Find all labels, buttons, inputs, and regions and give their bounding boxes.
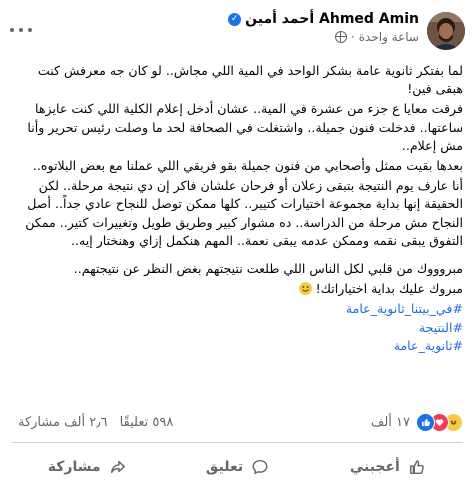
reactions-summary[interactable]: ١٧ ألف [371,413,463,432]
author-name[interactable]: Ahmed Amin أحمد أمين [245,11,419,27]
post-paragraph: لما بفتكر ثانوية عامة بشكر الواحد في الم… [37,63,463,97]
comment-button[interactable]: تعليق [162,447,312,487]
post-stats: ١٧ ألف ٥٩٨ تعليقًا ٢٫٦ ألف مشاركة [0,411,475,435]
globe-icon [334,31,347,43]
like-icon [409,460,424,475]
post-card: Ahmed Amin أحمد أمين ✓ ساعة واحدة · لما … [0,0,475,492]
post-paragraph: بعدها بقيت ممثل وأصحابي من فنون جميلة بق… [32,158,463,174]
author-block: Ahmed Amin أحمد أمين ✓ ساعة واحدة · [228,11,419,44]
divider [12,442,463,443]
like-reaction-icon [416,413,435,432]
hashtag-link[interactable]: #النتيجة [10,319,463,337]
avatar[interactable] [427,12,465,50]
post-paragraph-emoji: مبروك عليك بداية اختياراتك! [10,280,463,298]
post-meta: ساعة واحدة · [228,30,419,44]
reaction-count: ١٧ ألف [370,415,410,430]
comments-count[interactable]: ٥٩٨ تعليقًا [120,415,174,430]
smile-emoji-icon [298,282,312,296]
hashtag-link[interactable]: #في_بيتنا_ثانوية_عامة [10,300,463,318]
verified-badge-icon: ✓ [228,12,242,26]
post-actions: أعجبني تعليق مشاركة [12,447,463,487]
post-paragraph: فرقت معايا ع جزء من عشرة في المية.. عشان… [27,101,463,153]
share-icon [110,460,125,474]
share-button[interactable]: مشاركة [12,447,162,487]
engagement-counts: ٥٩٨ تعليقًا ٢٫٦ ألف مشاركة [10,415,173,430]
post-text: لما بفتكر ثانوية عامة بشكر الواحد في الم… [10,62,463,355]
shares-count[interactable]: ٢٫٦ ألف مشاركة [18,415,107,430]
post-time[interactable]: ساعة واحدة [359,30,419,44]
comment-icon [252,459,268,475]
hashtag-link[interactable]: #ثانوية_عامة [10,337,463,355]
avatar-image [427,12,465,50]
like-button[interactable]: أعجبني [313,447,463,487]
post-header: Ahmed Amin أحمد أمين ✓ ساعة واحدة · [0,0,475,58]
post-paragraph: أنا عارف يوم النتيجة بتبقى زعلان أو فرحا… [25,178,463,248]
more-options-icon[interactable] [10,24,32,36]
post-paragraph: مبروووك من قلبي لكل الناس اللي طلعت نتيج… [73,261,463,277]
